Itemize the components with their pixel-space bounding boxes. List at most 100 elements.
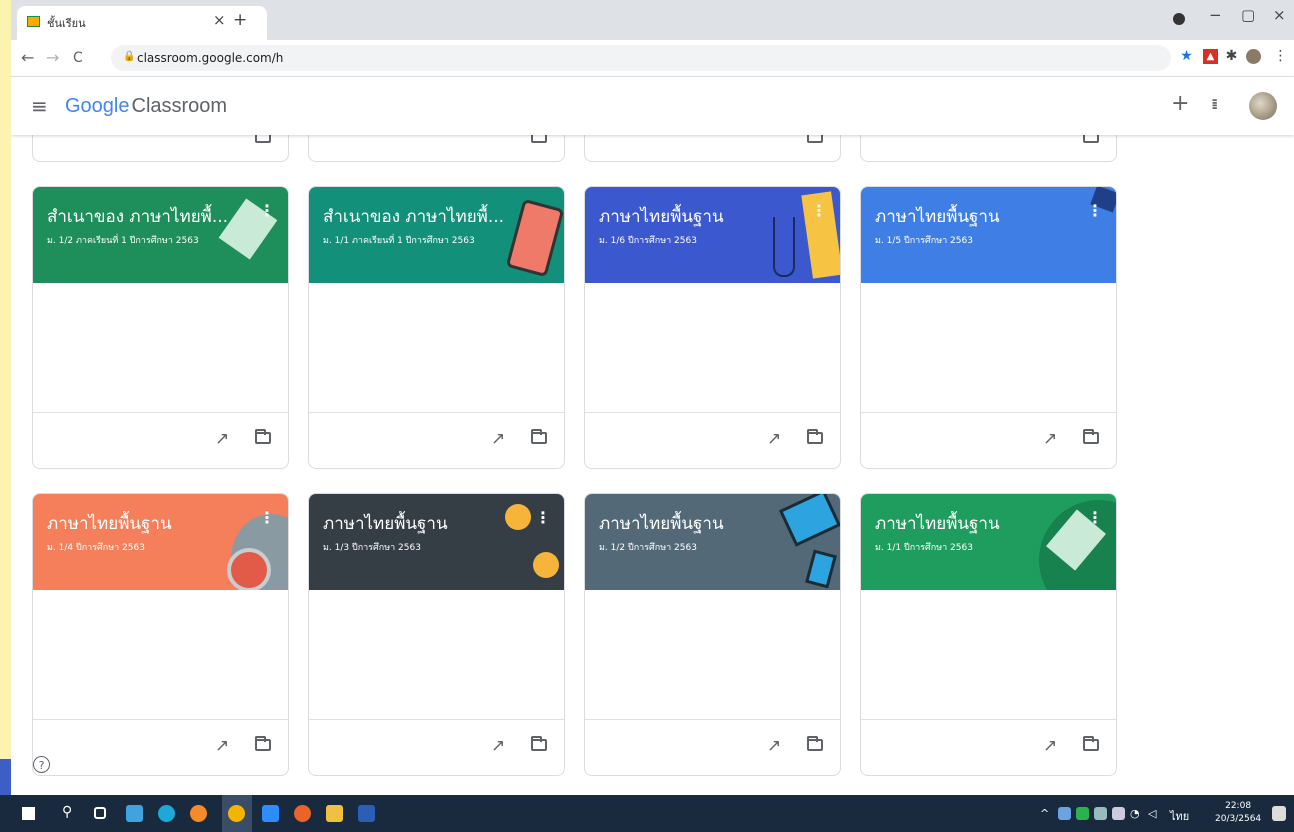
tablet-illustration — [505, 198, 564, 278]
more-options-icon[interactable]: ⋮ — [1087, 508, 1103, 527]
more-options-icon[interactable]: ⋮ — [259, 201, 275, 220]
app-icon[interactable] — [294, 805, 311, 822]
class-card-header[interactable]: สำเนาของ ภาษาไทยพื้... ม. 1/2 ภาคเรียนที… — [33, 187, 288, 283]
class-card-header[interactable]: ภาษาไทยพื้นฐาน ม. 1/4 ปีการศึกษา 2563 ⋮ — [33, 494, 288, 590]
extensions-icon[interactable]: ✱ — [1224, 49, 1239, 64]
bookmark-star-icon[interactable]: ★ — [1179, 49, 1194, 64]
taskbar-clock[interactable]: 22:08 20/3/2564 — [1215, 800, 1261, 826]
tray-app-icon[interactable] — [1094, 807, 1107, 820]
profile-icon[interactable] — [1173, 13, 1185, 25]
folder-icon[interactable] — [807, 736, 823, 751]
clock-date: 20/3/2564 — [1215, 814, 1262, 824]
gradebook-trend-icon[interactable]: ↗ — [491, 429, 505, 449]
volume-icon[interactable]: ◁ — [1148, 807, 1156, 820]
reload-button[interactable]: C — [73, 50, 83, 66]
class-card-header[interactable]: ภาษาไทยพื้นฐาน ม. 1/3 ปีการศึกษา 2563 ⋮ — [309, 494, 564, 590]
folder-icon[interactable] — [1083, 736, 1099, 751]
account-avatar[interactable] — [1249, 92, 1277, 120]
gradebook-trend-icon[interactable]: ↗ — [1043, 429, 1057, 449]
chrome-icon[interactable] — [228, 805, 245, 822]
word-icon[interactable] — [358, 805, 375, 822]
class-title[interactable]: ภาษาไทยพื้นฐาน — [875, 510, 1000, 537]
folder-icon[interactable] — [1083, 429, 1099, 444]
classroom-favicon-icon — [27, 16, 40, 27]
logo-product: Classroom — [131, 95, 228, 117]
class-card[interactable]: สำเนาของ ภาษาไทยพื้... ม. 1/2 ภาคเรียนที… — [32, 186, 289, 469]
new-tab-button[interactable]: + — [233, 10, 247, 30]
tray-line-icon[interactable] — [1076, 807, 1089, 820]
mail-app-icon[interactable] — [126, 805, 143, 822]
more-options-icon[interactable]: ⋮ — [535, 508, 551, 527]
class-title[interactable]: ภาษาไทยพื้นฐาน — [323, 510, 448, 537]
windows-start-icon[interactable] — [22, 807, 35, 820]
more-options-icon[interactable]: ⋮ — [811, 201, 827, 220]
browser-window: ชั้นเรียน × + − ▢ × ← → C 🔒 classroom.go… — [11, 0, 1294, 795]
wifi-icon[interactable]: ◔ — [1130, 807, 1140, 820]
class-card-footer: ↗ — [861, 719, 1116, 775]
class-title[interactable]: ภาษาไทยพื้นฐาน — [875, 203, 1000, 230]
edge-browser-icon[interactable] — [158, 805, 175, 822]
gradebook-trend-icon[interactable]: ↗ — [215, 736, 229, 756]
file-explorer-icon[interactable] — [326, 805, 343, 822]
maximize-icon[interactable]: ▢ — [1241, 6, 1255, 24]
gradebook-trend-icon[interactable]: ↗ — [491, 736, 505, 756]
class-section: ม. 1/2 ปีการศึกษา 2563 — [599, 543, 697, 553]
class-card-header[interactable]: ภาษาไทยพื้นฐาน ม. 1/2 ปีการศึกษา 2563 — [585, 494, 840, 590]
folder-icon[interactable] — [807, 429, 823, 444]
gradebook-trend-icon[interactable]: ↗ — [215, 429, 229, 449]
create-class-button[interactable]: + — [1171, 91, 1189, 116]
folder-icon[interactable] — [255, 736, 271, 751]
food-illustration — [227, 548, 271, 590]
gradebook-trend-icon[interactable]: ↗ — [767, 736, 781, 756]
forward-button[interactable]: → — [46, 48, 59, 67]
class-card[interactable]: ภาษาไทยพื้นฐาน ม. 1/6 ปีการศึกษา 2563 ⋮ … — [584, 186, 841, 469]
class-title[interactable]: ภาษาไทยพื้นฐาน — [47, 510, 172, 537]
class-card[interactable]: สำเนาของ ภาษาไทยพื้... ม. 1/1 ภาคเรียนที… — [308, 186, 565, 469]
notification-center-icon[interactable] — [1272, 806, 1286, 821]
class-card[interactable]: ภาษาไทยพื้นฐาน ม. 1/2 ปีการศึกษา 2563 ↗ — [584, 493, 841, 776]
tray-app-icon[interactable] — [1058, 807, 1071, 820]
class-title[interactable]: สำเนาของ ภาษาไทยพื้... — [47, 203, 228, 230]
more-options-icon[interactable]: ⋮ — [259, 508, 275, 527]
tray-expand-icon[interactable]: ^ — [1040, 807, 1049, 820]
classroom-logo[interactable]: Google Classroom — [65, 95, 227, 118]
class-title[interactable]: ภาษาไทยพื้นฐาน — [599, 203, 724, 230]
class-title[interactable]: ภาษาไทยพื้นฐาน — [599, 510, 724, 537]
folder-icon[interactable] — [531, 736, 547, 751]
class-card[interactable]: ภาษาไทยพื้นฐาน ม. 1/1 ปีการศึกษา 2563 ⋮ … — [860, 493, 1117, 776]
pdf-extension-icon[interactable]: ▲ — [1203, 49, 1218, 64]
more-options-icon[interactable]: ⋮ — [1087, 201, 1103, 220]
class-card-header[interactable]: สำเนาของ ภาษาไทยพื้... ม. 1/1 ภาคเรียนที… — [309, 187, 564, 283]
gradebook-trend-icon[interactable]: ↗ — [767, 429, 781, 449]
class-card[interactable]: ภาษาไทยพื้นฐาน ม. 1/5 ปีการศึกษา 2563 ⋮ … — [860, 186, 1117, 469]
help-icon[interactable]: ? — [33, 756, 50, 773]
tablet-illustration — [778, 494, 840, 547]
class-card[interactable]: ภาษาไทยพื้นฐาน ม. 1/3 ปีการศึกษา 2563 ⋮ … — [308, 493, 565, 776]
class-title[interactable]: สำเนาของ ภาษาไทยพื้... — [323, 203, 504, 230]
tab-strip: ชั้นเรียน × + − ▢ × — [11, 0, 1294, 40]
class-card-header[interactable]: ภาษาไทยพื้นฐาน ม. 1/5 ปีการศึกษา 2563 ⋮ — [861, 187, 1116, 283]
main-menu-icon[interactable]: ≡ — [31, 94, 48, 118]
minimize-icon[interactable]: − — [1209, 6, 1222, 24]
zoom-icon[interactable] — [262, 805, 279, 822]
task-view-icon[interactable] — [94, 807, 106, 819]
browser-menu-icon[interactable]: ⋮ — [1273, 49, 1288, 64]
class-card[interactable]: ภาษาไทยพื้นฐาน ม. 1/4 ปีการศึกษา 2563 ⋮ … — [32, 493, 289, 776]
search-icon[interactable]: ⚲ — [62, 804, 72, 820]
folder-icon[interactable] — [531, 429, 547, 444]
url-text: classroom.google.com/h — [137, 51, 284, 65]
url-bar[interactable]: 🔒 classroom.google.com/h — [111, 45, 1171, 71]
firefox-icon[interactable] — [190, 805, 207, 822]
google-apps-icon[interactable]: ⁞⁞⁞ — [1211, 97, 1219, 113]
class-card-header[interactable]: ภาษาไทยพื้นฐาน ม. 1/6 ปีการศึกษา 2563 ⋮ — [585, 187, 840, 283]
browser-tab[interactable]: ชั้นเรียน × — [17, 6, 267, 40]
folder-icon[interactable] — [255, 429, 271, 444]
profile-avatar-icon[interactable] — [1246, 49, 1261, 64]
battery-icon[interactable] — [1112, 807, 1125, 820]
gradebook-trend-icon[interactable]: ↗ — [1043, 736, 1057, 756]
back-button[interactable]: ← — [21, 48, 34, 67]
close-tab-icon[interactable]: × — [213, 11, 226, 29]
language-indicator[interactable]: ไทย — [1170, 807, 1189, 825]
close-window-icon[interactable]: × — [1273, 6, 1286, 24]
class-card-header[interactable]: ภาษาไทยพื้นฐาน ม. 1/1 ปีการศึกษา 2563 ⋮ — [861, 494, 1116, 590]
